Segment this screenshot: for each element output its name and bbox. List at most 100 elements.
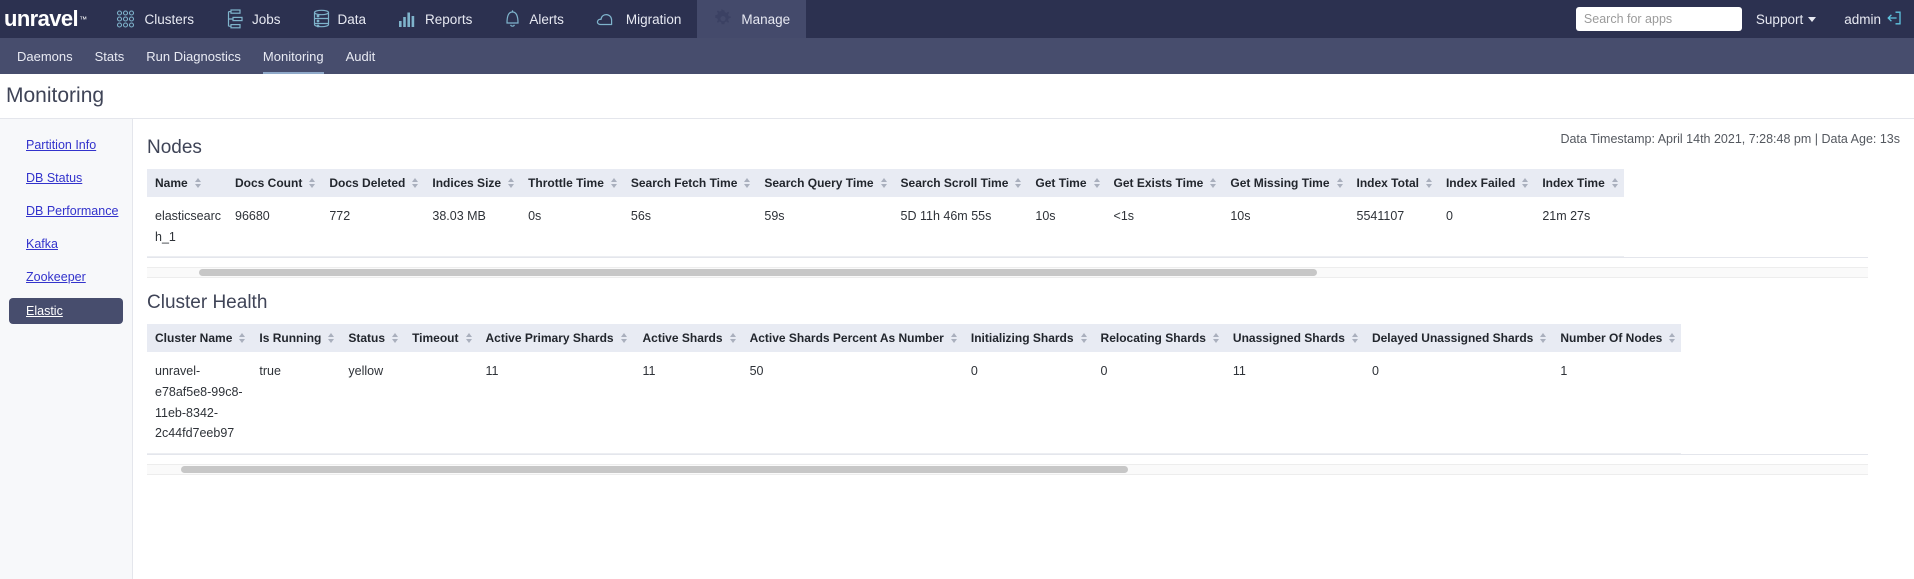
rail-item-db-status[interactable]: DB Status bbox=[9, 166, 123, 189]
column-header-unassigned-shards[interactable]: Unassigned Shards bbox=[1224, 324, 1364, 353]
column-header-number-of-nodes[interactable]: Number Of Nodes bbox=[1552, 324, 1682, 353]
column-header-delayed-unassigned-shards[interactable]: Delayed Unassigned Shards bbox=[1363, 324, 1553, 353]
nav-item-migration[interactable]: Migration bbox=[580, 0, 698, 38]
column-header-search-scroll-time[interactable]: Search Scroll Time bbox=[892, 169, 1028, 197]
table-cell: 0 bbox=[1363, 352, 1553, 454]
nav-item-jobs[interactable]: Jobs bbox=[210, 0, 297, 38]
subnav-label: Run Diagnostics bbox=[146, 48, 241, 64]
nav-item-manage[interactable]: Manage bbox=[697, 0, 807, 38]
nodes-horizontal-scrollbar[interactable] bbox=[147, 267, 1868, 279]
subnav-item-run-diagnostics[interactable]: Run Diagnostics bbox=[135, 38, 252, 74]
sort-toggle-icon[interactable] bbox=[309, 178, 316, 188]
table-row[interactable]: elasticsearch_1 96680 772 38.03 MB 0s 56s 59s 5… bbox=[147, 197, 1624, 257]
sort-toggle-icon[interactable] bbox=[1210, 178, 1217, 188]
nav-item-alerts[interactable]: Alerts bbox=[488, 0, 580, 38]
column-header-timeout[interactable]: Timeout bbox=[404, 324, 478, 353]
column-header-index-time[interactable]: Index Time bbox=[1534, 169, 1624, 197]
column-header-get-exists-time[interactable]: Get Exists Time bbox=[1105, 169, 1223, 197]
subnav-item-stats[interactable]: Stats bbox=[84, 38, 136, 74]
nodes-table-wrapper: Name Docs Count Docs Deleted Indices Size Th… bbox=[147, 169, 1868, 279]
rail-item-db-performance[interactable]: DB Performance bbox=[9, 199, 123, 222]
column-header-relocating-shards[interactable]: Relocating Shards bbox=[1092, 324, 1225, 353]
nodes-scroll-thumb[interactable] bbox=[198, 269, 1318, 277]
nodes-table-head: Name Docs Count Docs Deleted Indices Size Th… bbox=[147, 169, 1624, 197]
left-rail-navigation: Partition Info DB Status DB Performance … bbox=[0, 119, 133, 579]
sort-toggle-icon[interactable] bbox=[1540, 333, 1547, 344]
sort-toggle-icon[interactable] bbox=[1351, 333, 1358, 344]
column-header-active-primary-shards[interactable]: Active Primary Shards bbox=[477, 324, 635, 353]
column-header-active-shards-percent-as-number[interactable]: Active Shards Percent As Number bbox=[741, 324, 963, 353]
column-header-initializing-shards[interactable]: Initializing Shards bbox=[962, 324, 1093, 353]
app-logo[interactable]: unravel ™ bbox=[0, 0, 100, 38]
sort-toggle-icon[interactable] bbox=[328, 333, 335, 344]
column-header-get-time[interactable]: Get Time bbox=[1027, 169, 1106, 197]
sort-toggle-icon[interactable] bbox=[194, 178, 201, 188]
sort-toggle-icon[interactable] bbox=[620, 333, 627, 344]
sort-toggle-icon[interactable] bbox=[950, 333, 957, 344]
cluster-health-table: Cluster Name Is Running Status Timeout Activ… bbox=[147, 324, 1682, 454]
sort-toggle-icon[interactable] bbox=[729, 333, 736, 344]
column-header-search-fetch-time[interactable]: Search Fetch Time bbox=[622, 169, 757, 197]
rail-item-kafka[interactable]: Kafka bbox=[9, 232, 123, 255]
subnav-item-monitoring[interactable]: Monitoring bbox=[252, 38, 335, 74]
nav-item-clusters[interactable]: Clusters bbox=[100, 0, 210, 38]
column-header-docs-count[interactable]: Docs Count bbox=[227, 169, 322, 197]
column-header-label: Name bbox=[155, 176, 188, 190]
column-header-docs-deleted[interactable]: Docs Deleted bbox=[321, 169, 425, 197]
column-header-status[interactable]: Status bbox=[340, 324, 405, 353]
table-cell: 0 bbox=[962, 352, 1093, 454]
support-menu[interactable]: Support bbox=[1742, 12, 1830, 27]
table-cell: 5D 11h 46m 55s bbox=[892, 197, 1028, 257]
table-cell: 21m 27s bbox=[1534, 197, 1624, 257]
rail-item-partition-info[interactable]: Partition Info bbox=[9, 133, 123, 156]
table-cell: <1s bbox=[1105, 197, 1223, 257]
column-header-label: Active Shards bbox=[642, 331, 723, 346]
column-header-index-total[interactable]: Index Total bbox=[1348, 169, 1438, 197]
rail-item-zookeeper[interactable]: Zookeeper bbox=[9, 265, 123, 288]
sort-toggle-icon[interactable] bbox=[1093, 178, 1100, 188]
cluster-health-scroll-thumb[interactable] bbox=[181, 465, 1128, 473]
sort-toggle-icon[interactable] bbox=[1080, 333, 1087, 344]
sort-toggle-icon[interactable] bbox=[1336, 178, 1343, 188]
table-cell: 0s bbox=[520, 197, 623, 257]
table-cell: 5541107 bbox=[1348, 197, 1438, 257]
logout-icon[interactable] bbox=[1886, 10, 1902, 29]
sort-toggle-icon[interactable] bbox=[239, 333, 246, 344]
cluster-health-horizontal-scrollbar[interactable] bbox=[147, 463, 1868, 475]
subnav-item-daemons[interactable]: Daemons bbox=[6, 38, 84, 74]
sort-toggle-icon[interactable] bbox=[1015, 178, 1022, 188]
sort-toggle-icon[interactable] bbox=[1212, 333, 1219, 344]
rail-item-elastic[interactable]: Elastic bbox=[9, 298, 123, 324]
user-menu[interactable]: admin bbox=[1830, 10, 1904, 29]
trademark-symbol: ™ bbox=[79, 14, 87, 24]
column-header-index-failed[interactable]: Index Failed bbox=[1437, 169, 1535, 197]
column-header-search-query-time[interactable]: Search Query Time bbox=[756, 169, 893, 197]
column-header-throttle-time[interactable]: Throttle Time bbox=[520, 169, 623, 197]
column-header-is-running[interactable]: Is Running bbox=[251, 324, 341, 353]
gear-icon bbox=[713, 9, 733, 29]
sort-toggle-icon[interactable] bbox=[392, 333, 399, 344]
column-header-name[interactable]: Name bbox=[147, 169, 227, 197]
sort-toggle-icon[interactable] bbox=[1425, 178, 1432, 188]
sort-toggle-icon[interactable] bbox=[412, 178, 419, 188]
table-row[interactable]: unravel-e78af5e8-99c8-11eb-8342-2c44fd7e… bbox=[147, 352, 1682, 454]
sort-toggle-icon[interactable] bbox=[744, 178, 751, 188]
sort-toggle-icon[interactable] bbox=[880, 178, 887, 188]
nav-item-reports[interactable]: Reports bbox=[382, 0, 488, 38]
subnav-item-audit[interactable]: Audit bbox=[335, 38, 387, 74]
sort-toggle-icon[interactable] bbox=[1669, 333, 1676, 344]
sort-toggle-icon[interactable] bbox=[508, 178, 515, 188]
nodes-table: Name Docs Count Docs Deleted Indices Size Th… bbox=[147, 169, 1624, 257]
column-header-get-missing-time[interactable]: Get Missing Time bbox=[1222, 169, 1349, 197]
table-cell: elasticsearch_1 bbox=[147, 197, 227, 257]
column-header-active-shards[interactable]: Active Shards bbox=[634, 324, 742, 353]
sort-toggle-icon[interactable] bbox=[1611, 178, 1618, 188]
sort-toggle-icon[interactable] bbox=[465, 333, 472, 344]
rail-label: Kafka bbox=[26, 236, 58, 251]
nav-item-data[interactable]: Data bbox=[297, 0, 383, 38]
column-header-cluster-name[interactable]: Cluster Name bbox=[147, 324, 252, 353]
sort-toggle-icon[interactable] bbox=[610, 178, 617, 188]
column-header-indices-size[interactable]: Indices Size bbox=[424, 169, 521, 197]
search-input[interactable] bbox=[1575, 7, 1742, 31]
sort-toggle-icon[interactable] bbox=[1522, 178, 1529, 188]
